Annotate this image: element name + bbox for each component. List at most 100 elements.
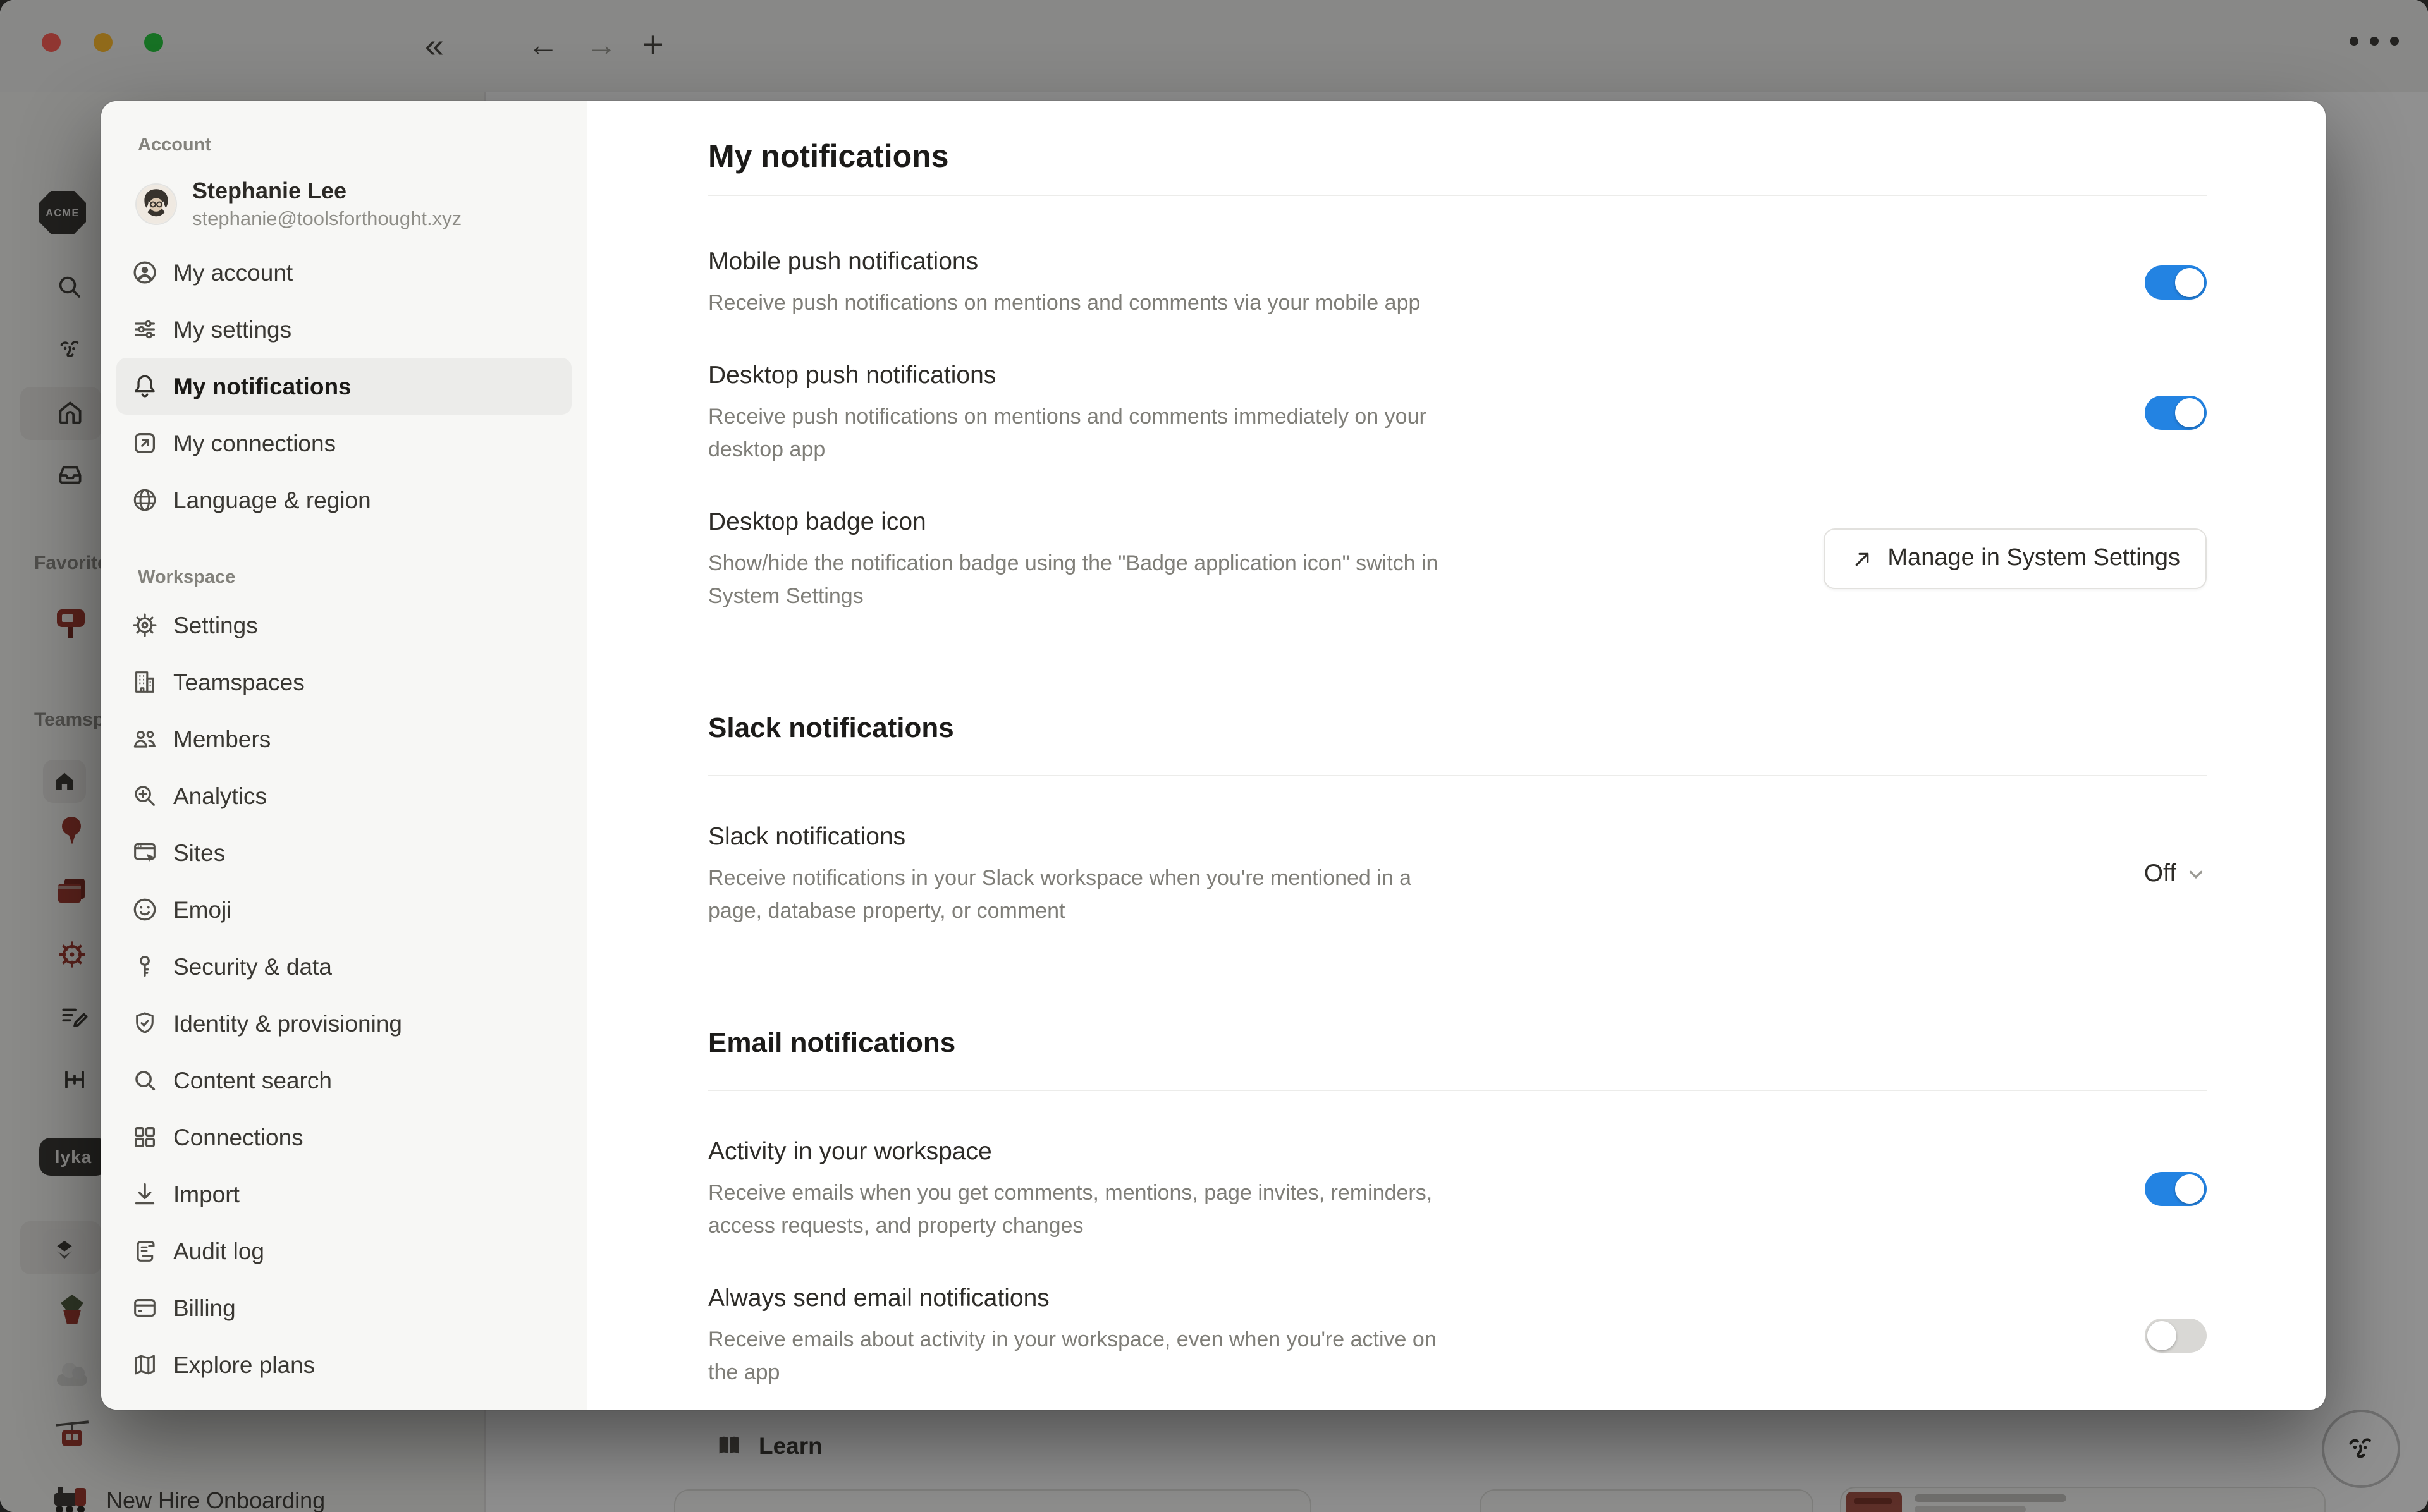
screen: « ← → + ACME A S [0, 0, 2428, 1512]
sidebar-item-page-compose[interactable] [57, 1000, 90, 1033]
app-window: « ← → + ACME A S [0, 0, 2428, 1512]
template-card[interactable] [674, 1489, 1311, 1512]
nav-item-label: My notifications [173, 372, 352, 400]
sidebar-collapse-icon[interactable]: « [425, 0, 444, 92]
template-card[interactable] [1480, 1489, 1813, 1512]
setting-row-desktop-badge: Desktop badge icon Show/hide the notific… [708, 504, 2207, 613]
setting-title: Always send email notifications [708, 1281, 1619, 1316]
settings-sidebar: Account Stephanie Lee stephanie@ [101, 101, 587, 1410]
cable-car-icon [56, 1418, 89, 1451]
settings-nav-sites[interactable]: Sites [116, 824, 572, 881]
settings-nav-billing[interactable]: Billing [116, 1279, 572, 1336]
ship-wheel-icon [56, 938, 89, 971]
settings-nav-content-search[interactable]: Content search [116, 1052, 572, 1109]
settings-nav-settings[interactable]: Settings [116, 597, 572, 654]
settings-nav-connections[interactable]: Connections [116, 1109, 572, 1166]
mailbox-icon [56, 608, 86, 641]
sliders-icon [128, 313, 161, 346]
globe-icon [128, 484, 161, 516]
settings-nav-audit-log[interactable]: Audit log [116, 1222, 572, 1279]
sidebar-item-page-ibeam[interactable] [58, 1063, 91, 1096]
nav-item-label: Members [173, 725, 271, 753]
layers-icon [43, 1229, 86, 1272]
activity-email-toggle[interactable] [2145, 1171, 2207, 1205]
lyka-logo: lyka [39, 1138, 107, 1176]
learn-button[interactable]: Learn [714, 1431, 823, 1460]
learn-label: Learn [759, 1432, 823, 1460]
nav-item-label: My connections [173, 429, 336, 457]
template-card[interactable] [1840, 1487, 2326, 1512]
nav-item-label: Import [173, 1180, 240, 1208]
nav-item-label: Language & region [173, 486, 371, 514]
sidebar-item-page-pin[interactable] [58, 815, 86, 848]
more-options-icon[interactable] [2350, 37, 2399, 46]
forward-icon[interactable]: → [586, 0, 617, 92]
setting-row-slack: Slack notifications Receive notification… [708, 819, 2207, 928]
slack-notifications-dropdown[interactable]: Off [2144, 859, 2207, 888]
setting-description: Receive notifications in your Slack work… [708, 862, 1619, 928]
ai-face-icon [53, 332, 86, 365]
open-book-icon [714, 1431, 744, 1460]
ai-face-icon [2342, 1430, 2380, 1468]
magnifier-sparkle-icon [128, 779, 161, 812]
nav-item-label: Teamspaces [173, 668, 305, 696]
minimize-window-button[interactable] [94, 33, 113, 52]
mobile-push-toggle[interactable] [2145, 265, 2207, 299]
browser-cursor-icon [128, 836, 161, 869]
sidebar-item-page-book[interactable] [57, 876, 87, 906]
shield-check-icon [128, 1007, 161, 1040]
setting-title: Slack notifications [708, 819, 1619, 855]
settings-nav-emoji[interactable]: Emoji [116, 881, 572, 938]
sidebar-item-page-lyka[interactable]: lyka [39, 1138, 107, 1176]
search-icon [53, 271, 86, 303]
close-window-button[interactable] [42, 33, 61, 52]
nav-item-label: Settings [173, 611, 258, 639]
divider [708, 195, 2207, 196]
back-icon[interactable]: ← [527, 0, 559, 92]
avatar [137, 185, 176, 224]
card-thumbnail [1846, 1492, 1902, 1512]
setting-row-activity: Activity in your workspace Receive email… [708, 1134, 2207, 1243]
building-icon [128, 666, 161, 698]
settings-nav-import[interactable]: Import [116, 1166, 572, 1222]
setting-title: Mobile push notifications [708, 244, 1619, 279]
settings-nav-identity-provisioning[interactable]: Identity & provisioning [116, 995, 572, 1052]
sidebar-item-page-cablecar[interactable] [56, 1418, 89, 1451]
settings-nav-my-notifications[interactable]: My notifications [116, 358, 572, 415]
desktop-push-toggle[interactable] [2145, 395, 2207, 429]
settings-nav-analytics[interactable]: Analytics [116, 767, 572, 824]
notion-ai-floating-button[interactable] [2322, 1410, 2400, 1488]
setting-description: Receive emails about activity in your wo… [708, 1324, 1619, 1389]
download-arrow-icon [128, 1178, 161, 1210]
bell-icon [128, 370, 161, 403]
settings-nav-members[interactable]: Members [116, 710, 572, 767]
setting-title: Desktop push notifications [708, 358, 1619, 393]
user-profile: Stephanie Lee stephanie@toolsforthought.… [137, 176, 564, 233]
settings-nav-explore-plans[interactable]: Explore plans [116, 1336, 572, 1393]
arrow-up-right-icon [1849, 547, 1873, 571]
settings-nav-teamspaces[interactable]: Teamspaces [116, 654, 572, 710]
sidebar-item-page-cloud[interactable] [54, 1362, 90, 1387]
nav-item-label: Connections [173, 1123, 304, 1151]
title-bar: « ← → + [0, 0, 2428, 94]
account-section-label: Account [138, 134, 587, 157]
sidebar-item-page-wheel[interactable] [56, 938, 89, 971]
sidebar-item-page-plant[interactable] [57, 1295, 87, 1327]
new-tab-icon[interactable]: + [642, 0, 664, 92]
settings-nav-security-data[interactable]: Security & data [116, 938, 572, 995]
divider [708, 1090, 2207, 1091]
manage-system-settings-button[interactable]: Manage in System Settings [1823, 528, 2207, 589]
settings-nav-language-region[interactable]: Language & region [116, 472, 572, 528]
workspace-logo: ACME [39, 191, 86, 234]
settings-nav-my-account[interactable]: My account [116, 244, 572, 301]
key-icon [128, 950, 161, 983]
always-send-email-toggle[interactable] [2145, 1318, 2207, 1352]
smiley-icon [128, 893, 161, 926]
zoom-window-button[interactable] [144, 33, 163, 52]
button-label: Manage in System Settings [1887, 545, 2180, 573]
person-circle-icon [128, 256, 161, 289]
slack-section-heading: Slack notifications [708, 709, 2207, 747]
settings-nav-my-settings[interactable]: My settings [116, 301, 572, 358]
sidebar-item-new-hire-onboarding[interactable]: New Hire Onboarding [53, 1485, 325, 1512]
settings-nav-my-connections[interactable]: My connections [116, 415, 572, 472]
